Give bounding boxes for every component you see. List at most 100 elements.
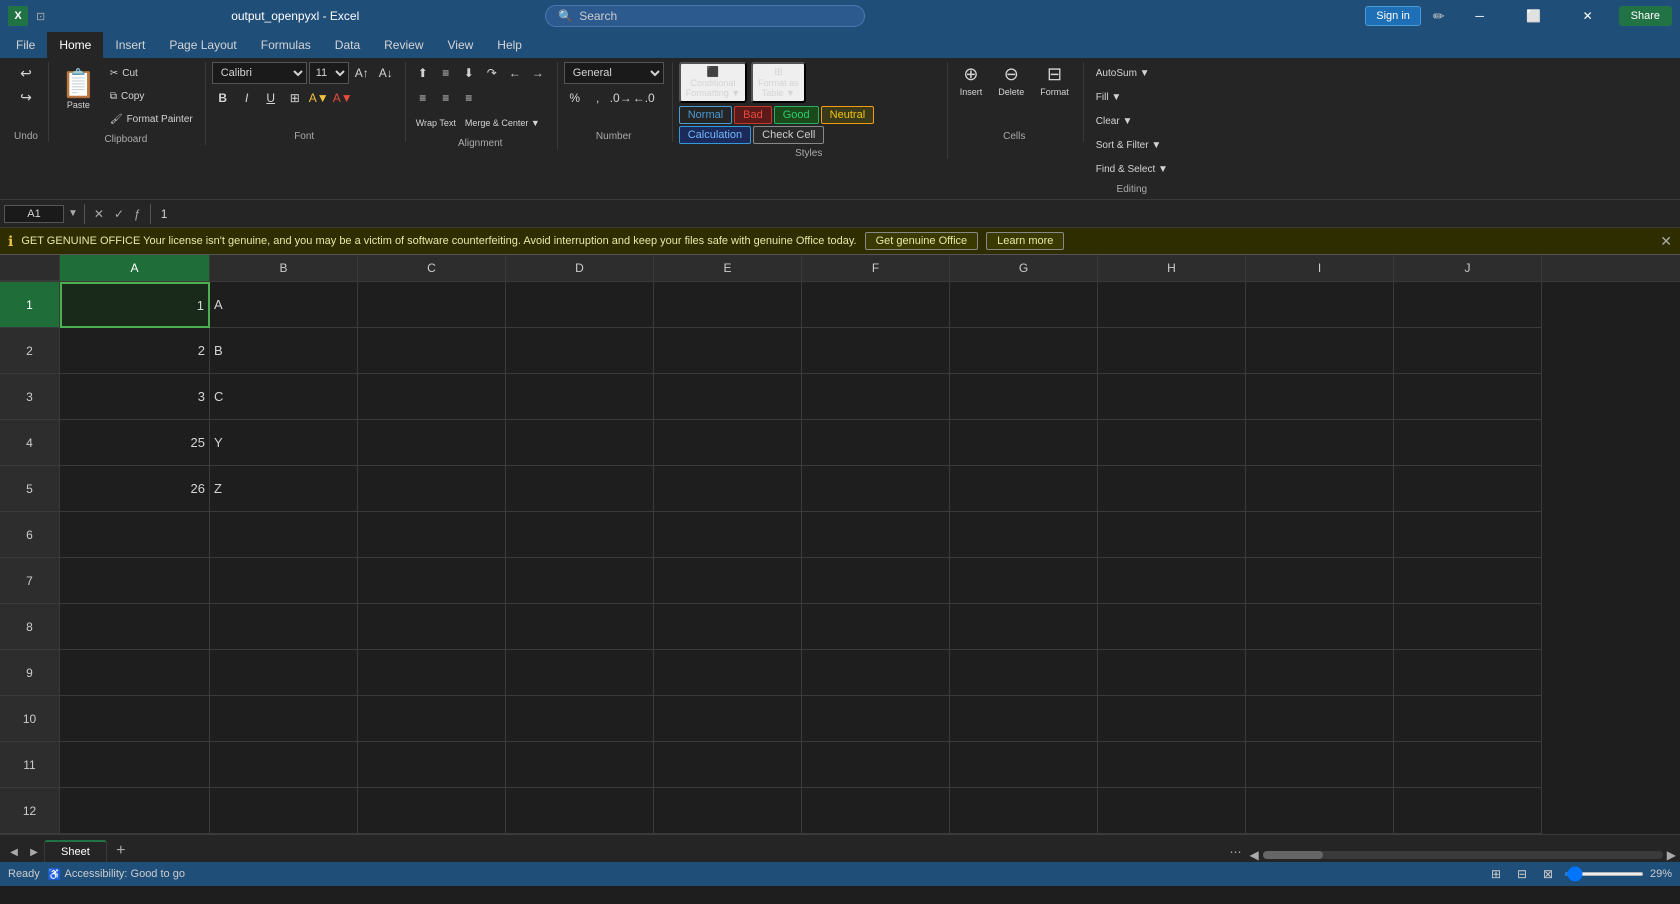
sheet-nav-next[interactable]: ▶ [24,842,44,862]
cell-F2[interactable] [802,328,950,374]
cell-G10[interactable] [950,696,1098,742]
cell-A12[interactable] [60,788,210,834]
font-grow-button[interactable]: A↑ [351,62,373,84]
cell-J12[interactable] [1394,788,1542,834]
style-neutral[interactable]: Neutral [821,106,874,124]
text-direction-button[interactable]: ↷ [481,62,503,84]
cell-J1[interactable] [1394,282,1542,328]
clear-button[interactable]: Clear ▼ [1090,110,1139,132]
col-header-h[interactable]: H [1098,255,1246,281]
cell-I2[interactable] [1246,328,1394,374]
cell-B3[interactable]: C [210,374,358,420]
fill-color-button[interactable]: A▼ [308,87,330,109]
cell-J9[interactable] [1394,650,1542,696]
cell-A11[interactable] [60,742,210,788]
row-header-11[interactable]: 11 [0,742,60,788]
cell-C1[interactable] [358,282,506,328]
tab-view[interactable]: View [436,32,486,58]
cell-F11[interactable] [802,742,950,788]
sheet-options-icon[interactable]: ⋯ [1226,842,1246,862]
cell-B11[interactable] [210,742,358,788]
cell-H4[interactable] [1098,420,1246,466]
corner-cell[interactable] [0,255,60,281]
share-button[interactable]: Share [1619,6,1672,26]
tab-insert[interactable]: Insert [103,32,157,58]
cell-G2[interactable] [950,328,1098,374]
align-left-button[interactable]: ≡ [412,87,434,109]
page-break-view-button[interactable]: ⊠ [1538,864,1558,884]
cell-G6[interactable] [950,512,1098,558]
font-name-select[interactable]: Calibri [212,62,307,84]
cell-E4[interactable] [654,420,802,466]
row-header-6[interactable]: 6 [0,512,60,558]
cell-F5[interactable] [802,466,950,512]
cell-J2[interactable] [1394,328,1542,374]
align-center-button[interactable]: ≡ [435,87,457,109]
cell-E5[interactable] [654,466,802,512]
cell-I5[interactable] [1246,466,1394,512]
cell-B2[interactable]: B [210,328,358,374]
italic-button[interactable]: I [236,87,258,109]
scroll-right-button[interactable]: ▶ [1667,848,1676,862]
cell-I3[interactable] [1246,374,1394,420]
row-header-9[interactable]: 9 [0,650,60,696]
wrap-text-button[interactable]: Wrap Text [412,112,460,134]
cell-C11[interactable] [358,742,506,788]
cell-reference-input[interactable] [4,205,64,223]
dropdown-arrow-icon[interactable]: ▼ [68,208,78,219]
cell-E8[interactable] [654,604,802,650]
cell-H5[interactable] [1098,466,1246,512]
increase-decimal-button[interactable]: .0→ [610,87,632,109]
search-box[interactable]: 🔍 Search [545,5,865,27]
insert-cell-button[interactable]: ⊕ Insert [954,62,989,99]
cell-J5[interactable] [1394,466,1542,512]
cell-I6[interactable] [1246,512,1394,558]
cell-C8[interactable] [358,604,506,650]
tab-formulas[interactable]: Formulas [249,32,323,58]
cell-B5[interactable]: Z [210,466,358,512]
cell-A10[interactable] [60,696,210,742]
cut-button[interactable]: ✂ Cut [106,62,197,84]
cell-F9[interactable] [802,650,950,696]
sheet-tab-sheet[interactable]: Sheet [44,840,107,862]
edit-icon[interactable]: ✏ [1433,8,1445,25]
fill-button[interactable]: Fill ▼ [1090,86,1127,108]
cell-B4[interactable]: Y [210,420,358,466]
cell-H10[interactable] [1098,696,1246,742]
cell-A8[interactable] [60,604,210,650]
insert-function-icon[interactable]: ƒ [131,207,144,221]
cell-H11[interactable] [1098,742,1246,788]
cell-G11[interactable] [950,742,1098,788]
minimize-icon[interactable]: ─ [1457,0,1503,32]
cell-J10[interactable] [1394,696,1542,742]
learn-more-button[interactable]: Learn more [986,232,1064,250]
row-header-10[interactable]: 10 [0,696,60,742]
cell-D10[interactable] [506,696,654,742]
confirm-formula-icon[interactable]: ✓ [111,207,127,221]
cell-E7[interactable] [654,558,802,604]
undo-button[interactable]: ↩ [12,62,40,84]
cell-H3[interactable] [1098,374,1246,420]
cell-H6[interactable] [1098,512,1246,558]
cell-H9[interactable] [1098,650,1246,696]
cell-G1[interactable] [950,282,1098,328]
notif-close-icon[interactable]: ✕ [1660,233,1672,250]
cell-B1[interactable]: A [210,282,358,328]
cell-J3[interactable] [1394,374,1542,420]
row-header-3[interactable]: 3 [0,374,60,420]
cell-A4[interactable]: 25 [60,420,210,466]
style-normal[interactable]: Normal [679,106,732,124]
row-header-12[interactable]: 12 [0,788,60,834]
add-sheet-button[interactable]: + [109,840,133,862]
cell-A5[interactable]: 26 [60,466,210,512]
restore-icon[interactable]: ⬜ [1511,0,1557,32]
align-bottom-button[interactable]: ⬇ [458,62,480,84]
cell-H8[interactable] [1098,604,1246,650]
style-calculation[interactable]: Calculation [679,126,751,144]
page-layout-view-button[interactable]: ⊟ [1512,864,1532,884]
merge-center-button[interactable]: Merge & Center ▼ [461,112,544,134]
tab-data[interactable]: Data [323,32,372,58]
cell-I7[interactable] [1246,558,1394,604]
sort-filter-button[interactable]: Sort & Filter ▼ [1090,134,1167,156]
style-check-cell[interactable]: Check Cell [753,126,824,144]
